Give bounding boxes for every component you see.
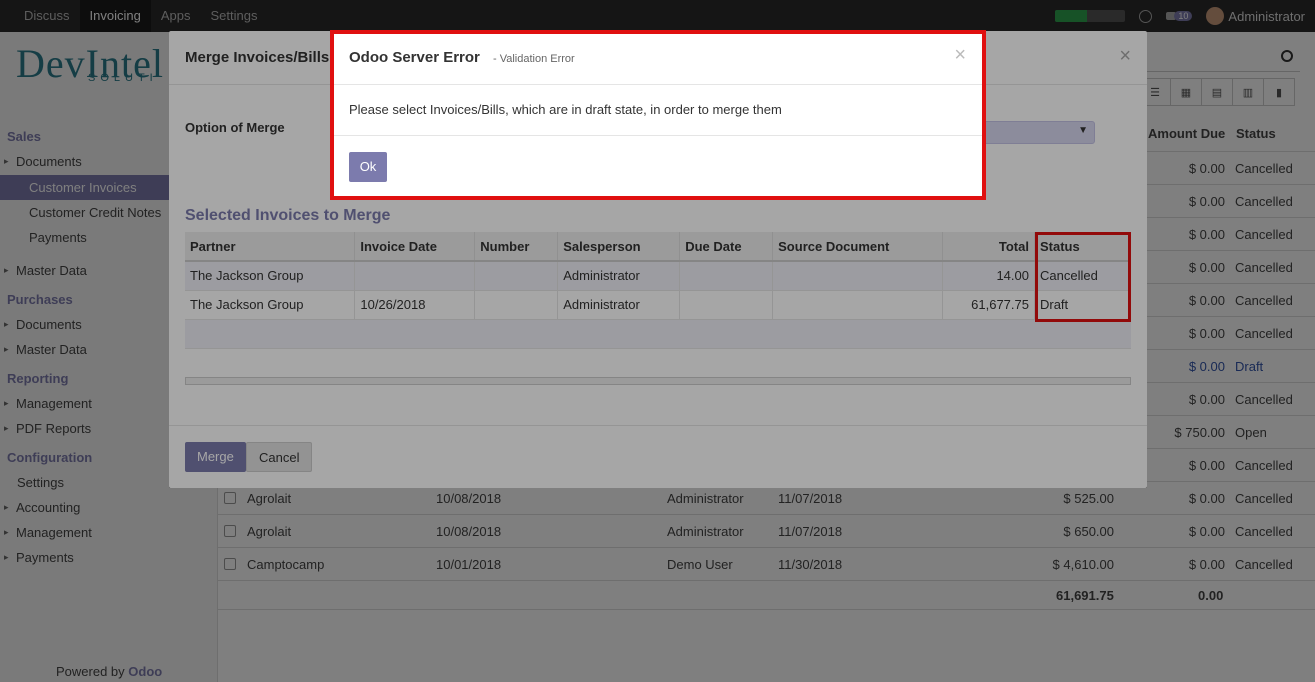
error-dialog-highlight — [330, 30, 986, 200]
